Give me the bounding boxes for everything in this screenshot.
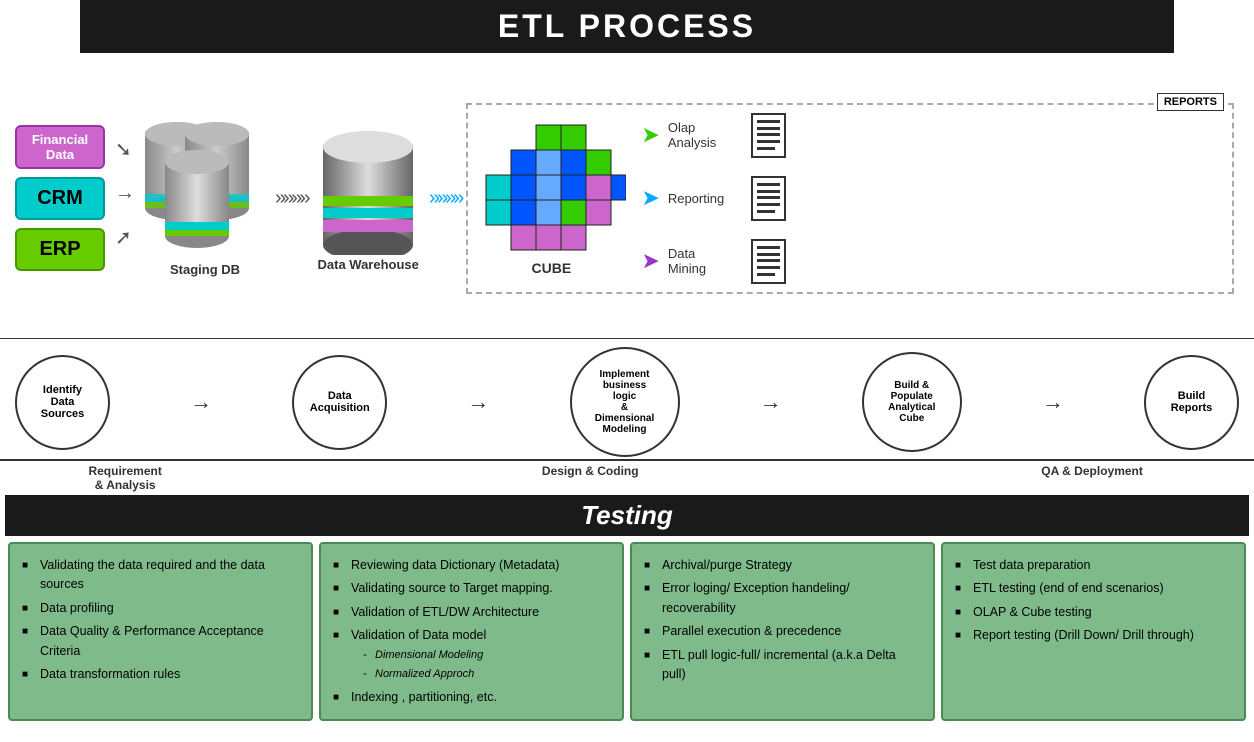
source-to-staging-arrows: ➘ → ➚ xyxy=(115,137,135,250)
step3-label: Implement business logic & Dimensional M… xyxy=(595,369,654,435)
step3-arrow: → xyxy=(760,389,782,415)
staging-db-label: Staging DB xyxy=(170,262,240,277)
dw-cylinder-svg xyxy=(323,125,413,255)
testing-title: Testing xyxy=(5,500,1249,531)
data-warehouse-label: Data Warehouse xyxy=(318,257,419,272)
card4-item2: ETL testing (end of end scenarios) xyxy=(973,581,1164,595)
card4-item1: Test data preparation xyxy=(973,558,1090,572)
testing-card-3: ■Archival/purge Strategy ■Error loging/ … xyxy=(630,542,935,721)
card4-item4: Report testing (Drill Down/ Drill throug… xyxy=(973,628,1194,642)
reporting-label: Reporting xyxy=(668,191,743,206)
card1-item3: Data Quality & Performance Acceptance Cr… xyxy=(40,624,264,657)
build-reports-step: Build Reports xyxy=(1144,355,1239,450)
identify-data-sources-step: Identify Data Sources xyxy=(15,355,110,450)
data-mining-report-icon xyxy=(751,239,786,284)
card3-item1: Archival/purge Strategy xyxy=(662,558,792,572)
phase-labels-row: Requirement & Analysis Design & Coding Q… xyxy=(0,459,1254,495)
data-acquisition-step: Data Acquisition xyxy=(292,355,387,450)
staging-to-dw-arrow: »»»» xyxy=(275,187,308,210)
data-warehouse: Data Warehouse xyxy=(318,125,419,272)
data-sources: Financial Data CRM ERP xyxy=(15,125,105,271)
staging-db: Staging DB xyxy=(145,120,265,277)
card4-item3: OLAP & Cube testing xyxy=(973,605,1092,619)
step1-arrow: → xyxy=(190,389,212,415)
design-coding-label: Design & Coding xyxy=(235,464,945,492)
build-populate-step: Build & Populate Analytical Cube xyxy=(862,352,962,452)
data-mining-row: ➤ DataMining xyxy=(641,239,1224,284)
requirement-analysis-label: Requirement & Analysis xyxy=(15,464,235,492)
card1-item4: Data transformation rules xyxy=(40,667,180,681)
card2-item4: Validation of Data model xyxy=(351,628,486,642)
reporting-report-icon xyxy=(751,176,786,221)
olap-row: ➤ OlapAnalysis xyxy=(641,113,1224,158)
card1-item1: Validating the data required and the dat… xyxy=(40,558,265,591)
erp-label: ERP xyxy=(39,238,80,260)
card1-item2: Data profiling xyxy=(40,601,114,615)
step2-arrow: → xyxy=(467,389,489,415)
step4-arrow: → xyxy=(1042,389,1064,415)
card3-item4: ETL pull logic-full/ incremental (a.k.a … xyxy=(662,648,896,681)
olap-arrow: ➤ xyxy=(641,122,659,148)
cube-section: CUBE xyxy=(476,120,626,276)
staging-cylinder-3 xyxy=(165,148,230,248)
testing-card-1: ■Validating the data required and the da… xyxy=(8,542,313,721)
card3-item3: Parallel execution & precedence xyxy=(662,624,841,638)
card3-item2: Error loging/ Exception handeling/ recov… xyxy=(662,581,850,614)
reports-section: REPORTS ➤ OlapAnalysis ➤ Reporting xyxy=(641,113,1224,284)
cube-label: CUBE xyxy=(532,260,572,276)
qa-deployment-label: QA & Deployment xyxy=(945,464,1239,492)
testing-banner: Testing xyxy=(5,495,1249,536)
testing-card-4: ■Test data preparation ■ETL testing (end… xyxy=(941,542,1246,721)
dw-to-cube-arrow: »»»» xyxy=(429,187,462,210)
card2-item5: Indexing , partitioning, etc. xyxy=(351,690,497,704)
data-mining-arrow: ➤ xyxy=(641,248,659,274)
step2-label: Data Acquisition xyxy=(310,390,370,414)
card2-item1: Reviewing data Dictionary (Metadata) xyxy=(351,558,559,572)
card2-item3: Validation of ETL/DW Architecture xyxy=(351,605,539,619)
data-mining-label: DataMining xyxy=(668,246,743,276)
crm-label: CRM xyxy=(37,187,83,209)
olap-label: OlapAnalysis xyxy=(668,120,743,150)
crm-source: CRM xyxy=(15,177,105,220)
reporting-row: ➤ Reporting xyxy=(641,176,1224,221)
erp-source: ERP xyxy=(15,228,105,271)
step4-label: Build & Populate Analytical Cube xyxy=(888,380,935,424)
reports-header-label: REPORTS xyxy=(1157,93,1224,111)
implement-logic-step: Implement business logic & Dimensional M… xyxy=(570,347,680,457)
step5-label: Build Reports xyxy=(1171,390,1213,414)
process-section: Identify Data Sources → Data Acquisition… xyxy=(0,338,1254,457)
testing-grid: ■Validating the data required and the da… xyxy=(0,536,1254,727)
reporting-arrow: ➤ xyxy=(641,185,659,211)
cube-svg xyxy=(476,120,626,260)
step1-label: Identify Data Sources xyxy=(41,384,84,420)
card2-item2: Validating source to Target mapping. xyxy=(351,581,553,595)
main-title: ETL PROCESS xyxy=(80,8,1174,45)
financial-label: Financial Data xyxy=(32,132,88,162)
testing-card-2: ■Reviewing data Dictionary (Metadata) ■V… xyxy=(319,542,624,721)
financial-source: Financial Data xyxy=(15,125,105,169)
olap-report-icon xyxy=(751,113,786,158)
